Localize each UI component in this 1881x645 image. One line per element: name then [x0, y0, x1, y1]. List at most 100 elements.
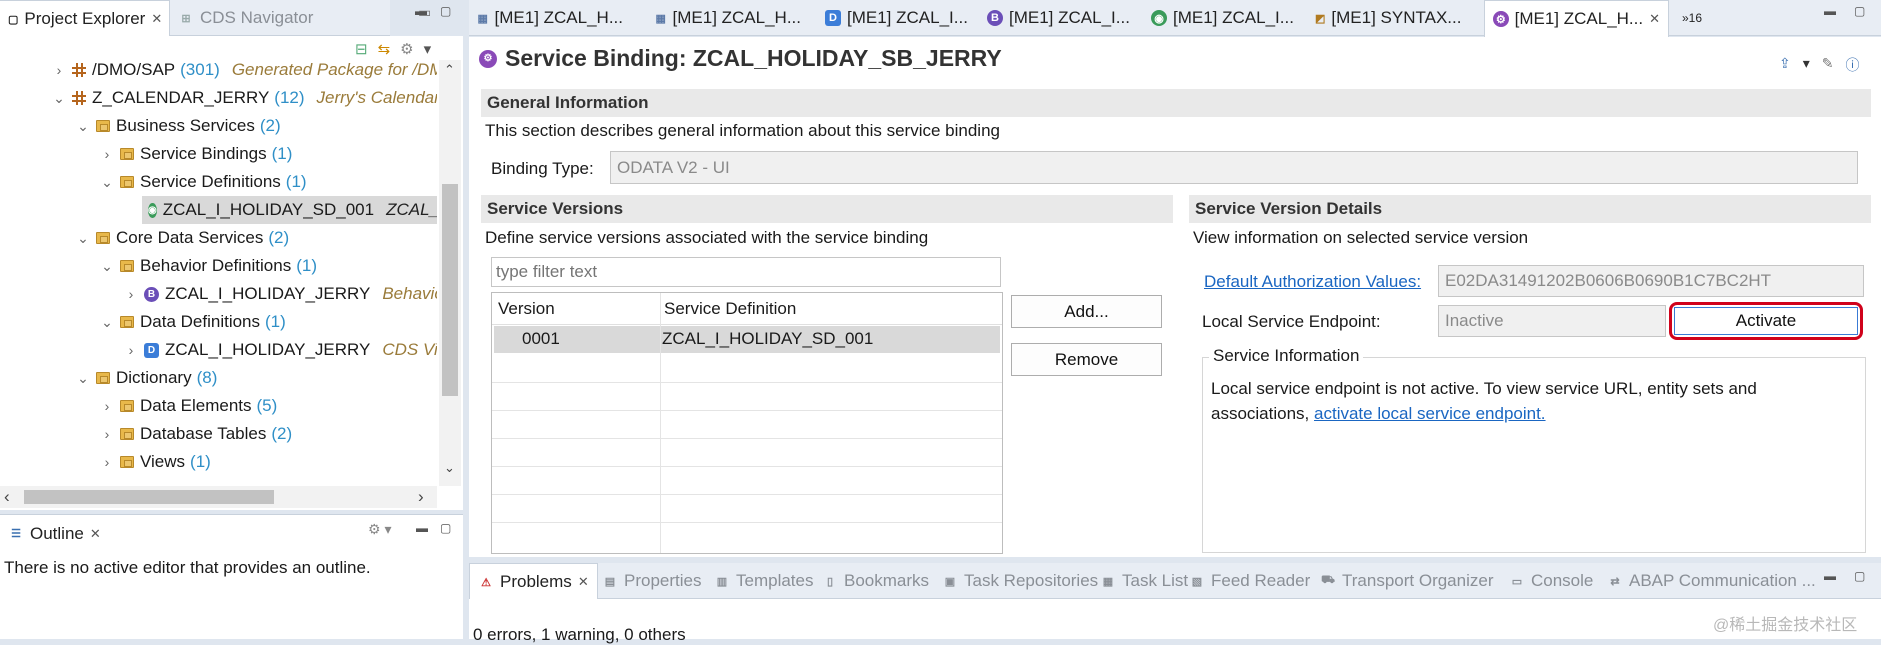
- authorization-values-field[interactable]: E02DA31491202B0606B0690B1C7BC2HT: [1438, 265, 1864, 297]
- bottom-minimize-button[interactable]: ▬: [1824, 569, 1836, 583]
- tree-item-dictionary[interactable]: ⌄ Dictionary (8): [76, 364, 217, 392]
- pe-maximize-button[interactable]: ▢: [440, 4, 451, 18]
- column-header-service-definition[interactable]: Service Definition: [664, 299, 796, 319]
- tree-item-dmo-sap[interactable]: › /DMO/SAP (301) Generated Package for /…: [52, 56, 462, 84]
- editor-tab-overflow[interactable]: »16: [1674, 0, 1710, 36]
- chevron-down-icon[interactable]: ⌄: [52, 90, 66, 107]
- help-icon[interactable]: ⓘ: [1846, 55, 1860, 75]
- tab-bookmarks[interactable]: ▯ Bookmarks: [814, 563, 937, 599]
- activate-endpoint-link[interactable]: activate local service endpoint.: [1314, 404, 1546, 423]
- tab-templates[interactable]: ▥ Templates: [706, 563, 821, 599]
- chevron-down-icon[interactable]: ⌄: [76, 118, 90, 135]
- column-header-version[interactable]: Version: [498, 299, 555, 319]
- chevron-right-icon[interactable]: ›: [52, 62, 66, 78]
- tab-outline[interactable]: ☰ Outline ✕: [0, 515, 109, 552]
- sash-vertical[interactable]: [463, 0, 469, 639]
- scroll-right-icon[interactable]: ›: [418, 487, 424, 507]
- chevron-down-icon[interactable]: ⌄: [76, 230, 90, 247]
- table-row[interactable]: 0001 ZCAL_I_HOLIDAY_SD_001: [494, 326, 1000, 353]
- tab-console[interactable]: ▭ Console: [1501, 563, 1601, 599]
- editor-minimize-button[interactable]: ▬: [1824, 4, 1836, 18]
- tree-item-label: Data Elements: [140, 396, 252, 415]
- editor-maximize-button[interactable]: ▢: [1854, 4, 1865, 18]
- share-icon[interactable]: ⇪: [1779, 55, 1791, 75]
- chevron-right-icon[interactable]: ›: [100, 426, 114, 442]
- editor-tab-6[interactable]: ◩ [ME1] SYNTAX...: [1307, 0, 1469, 36]
- endpoint-status-field[interactable]: Inactive: [1438, 305, 1666, 337]
- scroll-down-icon[interactable]: ⌄: [444, 460, 455, 476]
- properties-icon: ▤: [604, 575, 616, 588]
- dropdown-icon[interactable]: ▾: [1803, 55, 1810, 75]
- tab-task-repositories[interactable]: ▣ Task Repositories: [934, 563, 1106, 599]
- editor-tab-7[interactable]: ⚙ [ME1] ZCAL_H... ✕: [1484, 0, 1669, 37]
- outline-minimize-button[interactable]: ▬: [416, 521, 428, 535]
- editor-tab-1[interactable]: ▦ [ME1] ZCAL_H...: [469, 0, 631, 36]
- chevron-down-icon[interactable]: ⌄: [100, 174, 114, 191]
- scrollbar-thumb[interactable]: [442, 184, 458, 396]
- activate-button[interactable]: Activate: [1674, 307, 1858, 335]
- tree-item-data-elements[interactable]: › Data Elements (5): [100, 392, 278, 420]
- chevron-right-icon[interactable]: ›: [100, 454, 114, 470]
- chevron-right-icon[interactable]: ›: [124, 286, 138, 302]
- outline-menu-icon[interactable]: ⚙ ▾: [368, 521, 391, 538]
- tab-cds-navigator[interactable]: ⊞ CDS Navigator: [170, 0, 321, 36]
- tab-problems[interactable]: ⚠ Problems ✕: [469, 563, 598, 600]
- outline-maximize-button[interactable]: ▢: [440, 521, 451, 535]
- scrollbar-h-thumb[interactable]: [24, 490, 274, 504]
- edit-icon[interactable]: ✎: [1822, 55, 1834, 75]
- scroll-left-icon[interactable]: ‹: [4, 487, 10, 507]
- editor-tab-4[interactable]: B [ME1] ZCAL_I...: [979, 0, 1141, 36]
- service-binding-editor: ⚙ Service Binding: ZCAL_HOLIDAY_SB_JERRY…: [469, 37, 1881, 557]
- chevron-down-icon[interactable]: ⌄: [76, 370, 90, 387]
- add-button[interactable]: Add...: [1011, 295, 1162, 328]
- tree-item-business-services[interactable]: ⌄ Business Services (2): [76, 112, 281, 140]
- tree-item-core-data-services[interactable]: ⌄ Core Data Services (2): [76, 224, 289, 252]
- chevron-down-icon[interactable]: ⌄: [100, 258, 114, 275]
- close-icon[interactable]: ✕: [151, 11, 162, 27]
- chevron-down-icon[interactable]: ⌄: [100, 314, 114, 331]
- project-explorer-panel: ⊟ ⇆ ⚙ ▾ › /DMO/SAP (301) Generated Packa…: [0, 36, 525, 510]
- tab-abap-communication[interactable]: ⇄ ABAP Communication ...: [1599, 563, 1824, 599]
- tree-item-cds-zcal-i-holiday-jerry[interactable]: › D ZCAL_I_HOLIDAY_JERRY CDS View: [124, 336, 460, 364]
- vertical-scrollbar[interactable]: ⌃ ⌄: [439, 60, 461, 486]
- table-row-divider: [492, 382, 1002, 383]
- chevron-right-icon[interactable]: ›: [100, 398, 114, 414]
- chevron-right-icon[interactable]: ›: [100, 146, 114, 162]
- problems-icon: ⚠: [481, 576, 491, 589]
- tab-transport-organizer[interactable]: ⛟ Transport Organizer: [1312, 563, 1501, 599]
- pe-minimize-button[interactable]: ▬: [415, 4, 427, 18]
- tree-item-service-definitions[interactable]: ⌄ Service Definitions (1): [100, 168, 306, 196]
- bookmarks-icon: ▯: [826, 575, 834, 588]
- tree-item-label: ZCAL_I_HOLIDAY_JERRY: [165, 284, 371, 303]
- tab-feed-reader[interactable]: ▧ Feed Reader: [1181, 563, 1318, 599]
- editor-tab-3[interactable]: D [ME1] ZCAL_I...: [817, 0, 979, 36]
- remove-button[interactable]: Remove: [1011, 343, 1162, 376]
- close-icon[interactable]: ✕: [90, 526, 101, 542]
- tree-item-database-tables[interactable]: › Database Tables (2): [100, 420, 292, 448]
- tree-item-count: (5): [256, 396, 278, 415]
- editor-tab-5[interactable]: ◉ [ME1] ZCAL_I...: [1143, 0, 1305, 36]
- close-icon[interactable]: ✕: [578, 574, 589, 590]
- default-authorization-link[interactable]: Default Authorization Values:: [1204, 272, 1421, 292]
- tab-properties[interactable]: ▤ Properties: [594, 563, 709, 599]
- bottom-maximize-button[interactable]: ▢: [1854, 569, 1865, 583]
- tree-item-behavior-definitions[interactable]: ⌄ Behavior Definitions (1): [100, 252, 317, 280]
- folder-icon: [120, 176, 134, 188]
- close-icon[interactable]: ✕: [1649, 11, 1660, 27]
- tree-item-zcal-i-holiday-sd-001[interactable]: ◉ ZCAL_I_HOLIDAY_SD_001 ZCAL_I_HOLIDAY_S…: [142, 196, 442, 224]
- tree-item-service-bindings[interactable]: › Service Bindings (1): [100, 140, 293, 168]
- editor-tab-2[interactable]: ▦ [ME1] ZCAL_H...: [647, 0, 809, 36]
- service-versions-heading: Service Versions: [481, 195, 1173, 223]
- tab-project-explorer[interactable]: ▢ Project Explorer ✕: [0, 0, 170, 37]
- chevron-right-icon[interactable]: ›: [124, 342, 138, 358]
- horizontal-scrollbar[interactable]: ‹ ›: [0, 486, 437, 508]
- tab-properties-label: Properties: [624, 571, 702, 590]
- tree-item-count: (301): [180, 60, 220, 79]
- binding-type-field[interactable]: ODATA V2 - UI: [610, 151, 1858, 184]
- outline-tabbar: ☰ Outline ✕ ⚙ ▾ ▬ ▢: [0, 514, 463, 552]
- scroll-up-icon[interactable]: ⌃: [444, 62, 455, 78]
- tree-item-data-definitions[interactable]: ⌄ Data Definitions (1): [100, 308, 286, 336]
- tree-item-z-calendar-jerry[interactable]: ⌄ Z_CALENDAR_JERRY (12) Jerry's Calendar: [52, 84, 440, 112]
- tree-item-views[interactable]: › Views (1): [100, 448, 211, 476]
- filter-input[interactable]: [491, 257, 1001, 287]
